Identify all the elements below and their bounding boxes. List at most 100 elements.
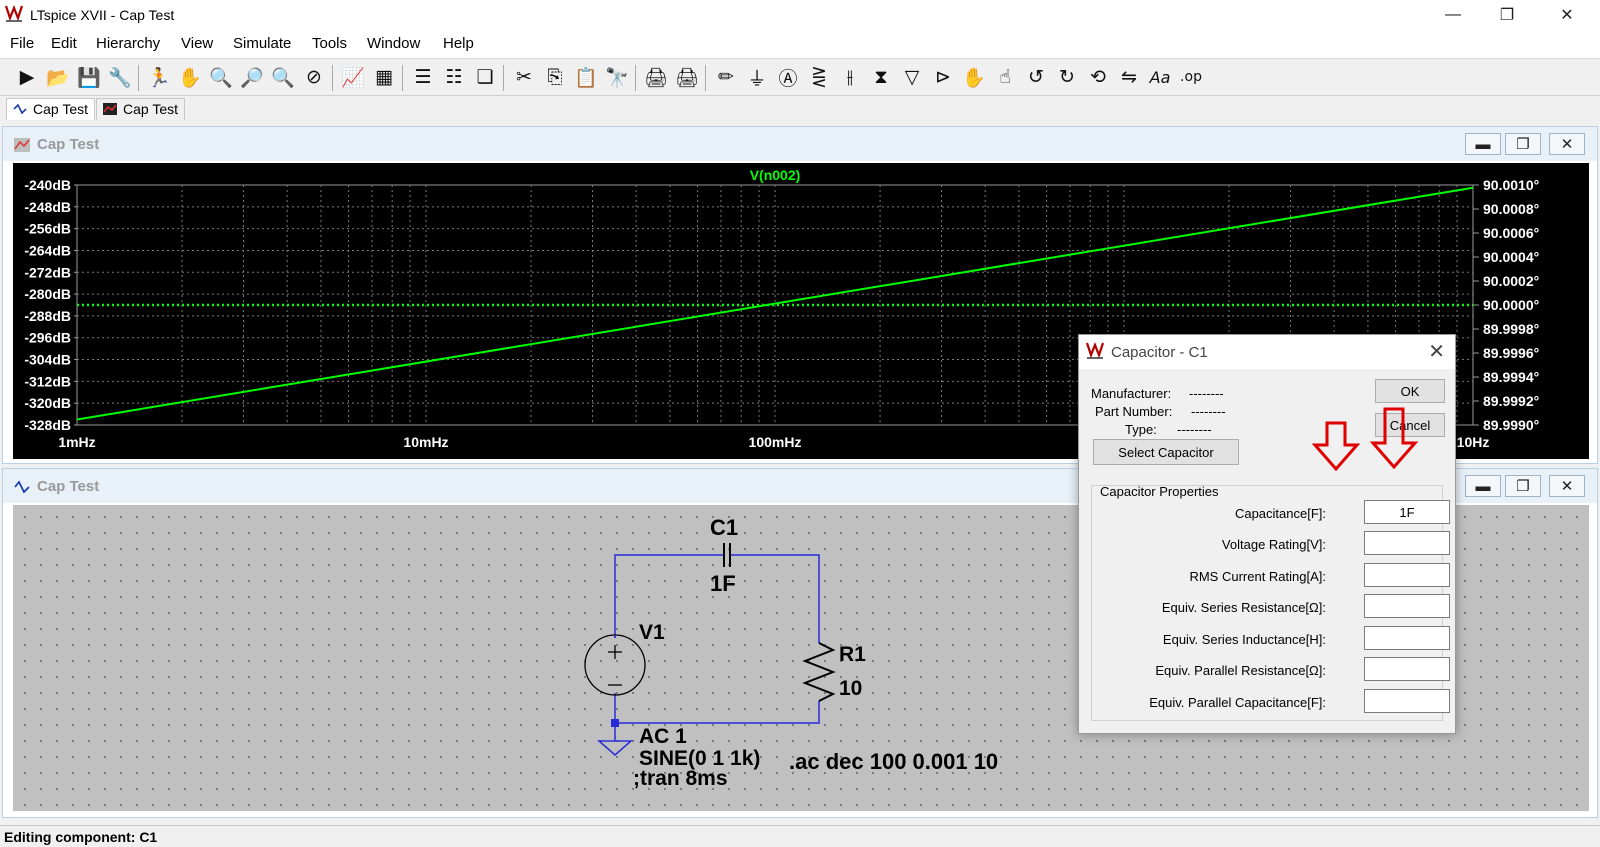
- rms-current-input[interactable]: [1364, 563, 1450, 587]
- component-icon: ⊳: [935, 66, 951, 88]
- move-button[interactable]: ✋: [959, 62, 989, 92]
- zoom-in-button[interactable]: 🔍: [206, 62, 236, 92]
- type-value: --------: [1177, 422, 1212, 437]
- print-button[interactable]: 🖨: [672, 62, 702, 92]
- paste-icon: 📋: [574, 66, 598, 89]
- esl-input[interactable]: [1364, 626, 1450, 650]
- pan-button[interactable]: ✋: [175, 62, 205, 92]
- mirror-button[interactable]: ⇋: [1114, 62, 1144, 92]
- spice-directive-button[interactable]: .op: [1176, 62, 1206, 92]
- rotate-button[interactable]: ⟲: [1083, 62, 1113, 92]
- waveform-maximize-button[interactable]: ❐: [1505, 133, 1541, 155]
- waveform-minimize-button[interactable]: ▬: [1465, 133, 1501, 155]
- left-tick-label: -240dB: [24, 177, 71, 193]
- menu-edit[interactable]: Edit: [51, 35, 77, 52]
- halt-button[interactable]: 🏃: [144, 62, 174, 92]
- label-net-button[interactable]: Ⓐ: [773, 62, 803, 92]
- waveform-close-button[interactable]: ✕: [1549, 133, 1585, 155]
- drag-button[interactable]: ☝: [990, 62, 1020, 92]
- copy-button[interactable]: ⎘: [540, 62, 570, 92]
- right-tick-label: 89.9998°: [1483, 321, 1539, 337]
- tab-waveform[interactable]: Cap Test: [96, 98, 185, 120]
- open-button[interactable]: 📂: [43, 62, 73, 92]
- toolbar-separator: [635, 65, 636, 91]
- capacitance-input[interactable]: [1364, 500, 1450, 524]
- zoom-out-icon: 🔍: [271, 66, 295, 89]
- capacitor-properties-group: Capacitor Properties Capacitance[F]: Vol…: [1091, 484, 1450, 721]
- annotation-arrow-down-icon: [1311, 421, 1361, 472]
- halt-icon: 🏃: [147, 66, 171, 89]
- minimize-button[interactable]: —: [1430, 0, 1476, 30]
- diode-button[interactable]: ▽: [897, 62, 927, 92]
- cascade-button[interactable]: ❏: [470, 62, 500, 92]
- control-panel-button[interactable]: 🔧: [105, 62, 135, 92]
- ground-icon: ⏚: [747, 67, 767, 90]
- document-tabs: Cap Test Cap Test: [0, 96, 1600, 122]
- cut-icon: ✂: [516, 66, 532, 88]
- menu-window[interactable]: Window: [367, 35, 420, 52]
- left-tick-label: -272dB: [24, 264, 71, 280]
- resistor-button[interactable]: ⋛: [804, 62, 834, 92]
- close-button[interactable]: ✕: [1544, 0, 1590, 30]
- dialog-close-icon[interactable]: ✕: [1428, 339, 1445, 364]
- menu-file[interactable]: File: [10, 35, 34, 52]
- zoom-in-icon: 🔍: [209, 66, 233, 89]
- ok-button[interactable]: OK: [1375, 379, 1445, 403]
- menu-help[interactable]: Help: [443, 35, 474, 52]
- redo-button[interactable]: ↻: [1052, 62, 1082, 92]
- left-tick-label: -328dB: [24, 417, 71, 433]
- text-button[interactable]: Aa: [1145, 62, 1175, 92]
- left-tick-label: -296dB: [24, 330, 71, 346]
- schematic-minimize-button[interactable]: ▬: [1465, 475, 1501, 497]
- parallel-capacitance-input[interactable]: [1364, 689, 1450, 713]
- annotation-arrows: [1311, 407, 1419, 472]
- restore-button[interactable]: ❐: [1484, 0, 1530, 30]
- zoom-cancel-button[interactable]: ⊘: [299, 62, 329, 92]
- component-button[interactable]: ⊳: [928, 62, 958, 92]
- capacitor-c1: [723, 543, 731, 567]
- close-icon: ✕: [1560, 7, 1574, 24]
- voltage-rating-input[interactable]: [1364, 531, 1450, 555]
- voltage-source-v1: [584, 634, 646, 696]
- x-tick-label: 10mHz: [403, 434, 448, 450]
- tile-vertical-button[interactable]: ☷: [439, 62, 469, 92]
- right-tick-label: 89.9994°: [1483, 369, 1539, 385]
- cut-button[interactable]: ✂: [509, 62, 539, 92]
- grid-button[interactable]: ▦: [369, 62, 399, 92]
- autorange-button[interactable]: 📈: [338, 62, 368, 92]
- capacitor-properties-label: Capacitor Properties: [1100, 484, 1219, 499]
- tab-schematic[interactable]: Cap Test: [6, 98, 95, 120]
- spice-directive-icon: .op: [1180, 69, 1202, 85]
- menu-hierarchy[interactable]: Hierarchy: [96, 35, 160, 52]
- print-setup-button[interactable]: 🖨: [641, 62, 671, 92]
- select-capacitor-button[interactable]: Select Capacitor: [1093, 439, 1239, 465]
- schematic-icon: [13, 103, 27, 115]
- find-icon: 🔭: [605, 66, 629, 89]
- undo-button[interactable]: ↺: [1021, 62, 1051, 92]
- schematic-maximize-button[interactable]: ❐: [1505, 475, 1541, 497]
- cascade-icon: ❏: [476, 66, 494, 88]
- menu-view[interactable]: View: [181, 35, 213, 52]
- menu-tools[interactable]: Tools: [312, 35, 347, 52]
- print-setup-icon: 🖨: [643, 66, 669, 89]
- zoom-out-button[interactable]: 🔍: [268, 62, 298, 92]
- parallel-resistance-input[interactable]: [1364, 657, 1450, 681]
- find-button[interactable]: 🔭: [602, 62, 632, 92]
- tile-horizontal-button[interactable]: ☰: [408, 62, 438, 92]
- paste-button[interactable]: 📋: [571, 62, 601, 92]
- run-button[interactable]: ▶: [12, 62, 42, 92]
- right-tick-label: 90.0002°: [1483, 273, 1539, 289]
- right-tick-label: 89.9996°: [1483, 345, 1539, 361]
- right-tick-label: 89.9990°: [1483, 417, 1539, 433]
- save-button[interactable]: 💾: [74, 62, 104, 92]
- zoom-fit-button[interactable]: 🔎: [237, 62, 267, 92]
- esr-input[interactable]: [1364, 594, 1450, 618]
- inductor-button[interactable]: ⧗: [866, 62, 896, 92]
- capacitor-button[interactable]: ⫲: [835, 62, 865, 92]
- schematic-close-button[interactable]: ✕: [1549, 475, 1585, 497]
- ground-button[interactable]: ⏚: [742, 62, 772, 92]
- wire-button[interactable]: ✏: [711, 62, 741, 92]
- c1-value-label: 1F: [710, 571, 736, 596]
- menu-simulate[interactable]: Simulate: [233, 35, 291, 52]
- c1-name-label: C1: [710, 515, 738, 540]
